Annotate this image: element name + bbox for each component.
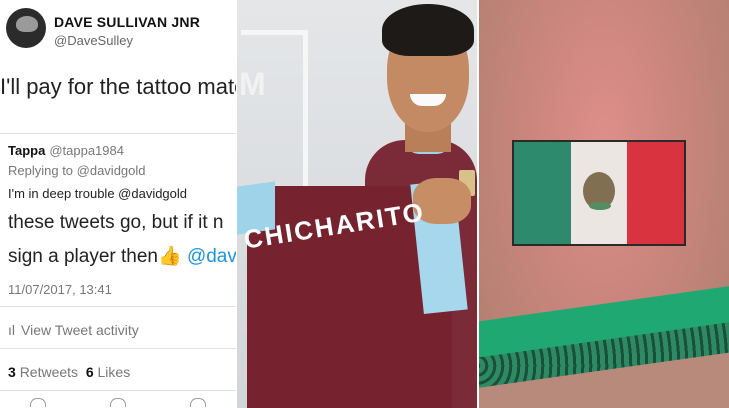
reply-text-line-2: these tweets go, but if it n bbox=[8, 212, 224, 233]
eagle-emblem-icon bbox=[582, 172, 615, 210]
avatar[interactable] bbox=[6, 8, 46, 48]
tweet-text: I'll pay for the tattoo mate. bbox=[0, 74, 236, 99]
view-tweet-activity-label: View Tweet activity bbox=[21, 322, 139, 338]
like-icon[interactable] bbox=[190, 398, 206, 407]
likes-count[interactable]: 6 bbox=[86, 364, 94, 380]
flag-white-stripe bbox=[570, 142, 628, 244]
reply-text-line-3-text: sign a player then bbox=[8, 246, 158, 267]
mention-link[interactable]: @dav bbox=[187, 246, 236, 267]
likes-label[interactable]: Likes bbox=[98, 364, 131, 380]
flag-green-stripe bbox=[514, 142, 571, 244]
retweets-label[interactable]: Retweets bbox=[20, 364, 78, 380]
flag-red-stripe bbox=[627, 142, 685, 244]
divider bbox=[0, 306, 236, 307]
replying-to: Replying to @davidgold bbox=[8, 163, 146, 178]
tweet-timestamp[interactable]: 11/07/2017, 13:41 bbox=[8, 282, 112, 297]
tweet-author-handle[interactable]: @DaveSulley bbox=[54, 33, 133, 48]
tattoo-photo bbox=[479, 0, 729, 408]
reply-author-handle[interactable]: @tappa1984 bbox=[49, 143, 124, 158]
divider bbox=[0, 133, 236, 134]
tweet-panel: DAVE SULLIVAN JNR @DaveSulley I'll pay f… bbox=[0, 0, 236, 408]
tweet-stats: 3 Retweets 6 Likes bbox=[8, 364, 130, 380]
wall-frame bbox=[241, 30, 308, 200]
bar-chart-icon: ıl bbox=[8, 322, 15, 338]
tweet-actions bbox=[30, 398, 230, 408]
player-hair bbox=[382, 4, 474, 56]
reply-text-line-1: I'm in deep trouble @davidgold bbox=[8, 186, 188, 201]
retweets-count[interactable]: 3 bbox=[8, 364, 16, 380]
reply-icon[interactable] bbox=[30, 398, 46, 407]
tweet-author-name[interactable]: DAVE SULLIVAN JNR bbox=[54, 14, 200, 30]
reply-author[interactable]: Tappa @tappa1984 bbox=[8, 143, 124, 158]
reply-text-line-3: sign a player then👍 @dav bbox=[8, 244, 236, 268]
reply-author-name[interactable]: Tappa bbox=[8, 143, 45, 158]
retweet-icon[interactable] bbox=[110, 398, 126, 407]
wall-letter: M bbox=[239, 66, 266, 102]
mexican-flag-tattoo bbox=[512, 140, 686, 246]
divider bbox=[0, 348, 236, 349]
thumbs-up-icon: 👍 bbox=[158, 246, 182, 267]
player-photo: M CHICHARITO bbox=[237, 0, 477, 408]
view-tweet-activity-link[interactable]: ıl View Tweet activity bbox=[8, 322, 139, 338]
divider bbox=[0, 390, 236, 391]
